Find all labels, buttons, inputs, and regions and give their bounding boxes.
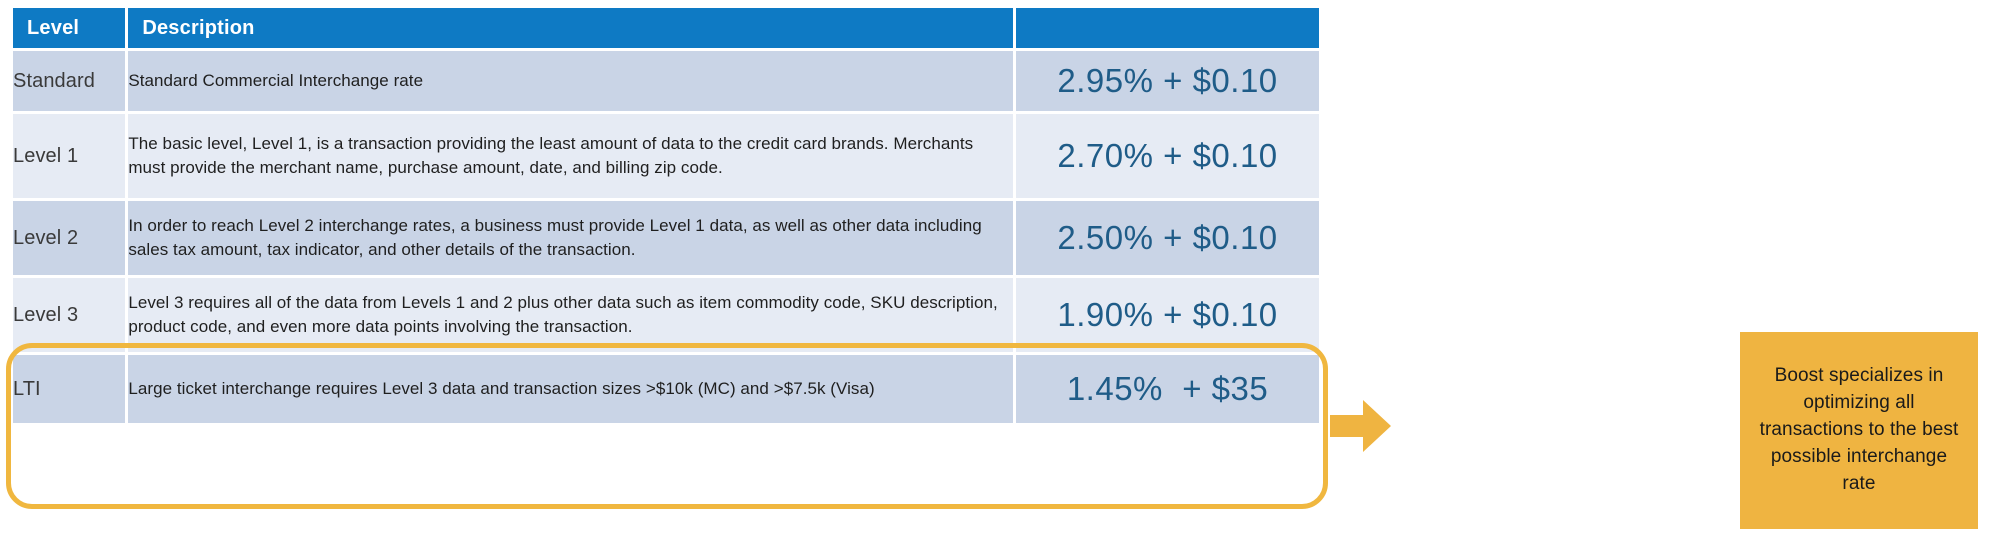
cell-description: Large ticket interchange requires Level … (128, 355, 1014, 423)
interchange-rate-table-container: Level Description Standard Standard Comm… (10, 5, 1322, 426)
cell-description: Standard Commercial Interchange rate (128, 51, 1014, 111)
cell-level: Level 3 (13, 278, 126, 352)
callout-text: Boost specializes in optimizing all tran… (1759, 365, 1959, 494)
cell-rate: 2.95% + $0.10 (1016, 51, 1319, 111)
cell-level: Level 1 (13, 114, 126, 198)
slide-canvas: Level Description Standard Standard Comm… (0, 0, 2000, 552)
table-row: LTI Large ticket interchange requires Le… (13, 355, 1319, 423)
column-header-rate (1016, 8, 1319, 48)
interchange-rate-table: Level Description Standard Standard Comm… (10, 5, 1322, 426)
cell-rate: 1.45% + $35 (1016, 355, 1319, 423)
cell-description: The basic level, Level 1, is a transacti… (128, 114, 1014, 198)
cell-rate: 2.50% + $0.10 (1016, 201, 1319, 275)
table-header-row: Level Description (13, 8, 1319, 48)
arrow-right-icon (1330, 398, 1392, 454)
callout-box: Boost specializes in optimizing all tran… (1740, 332, 1978, 529)
cell-description: Level 3 requires all of the data from Le… (128, 278, 1014, 352)
table-row: Level 3 Level 3 requires all of the data… (13, 278, 1319, 352)
cell-description: In order to reach Level 2 interchange ra… (128, 201, 1014, 275)
table-row: Level 1 The basic level, Level 1, is a t… (13, 114, 1319, 198)
cell-level: Standard (13, 51, 126, 111)
column-header-description-label: Description (142, 16, 255, 39)
table-header: Level Description (13, 8, 1319, 48)
cell-level: LTI (13, 355, 126, 423)
table-row: Level 2 In order to reach Level 2 interc… (13, 201, 1319, 275)
table-body: Standard Standard Commercial Interchange… (13, 51, 1319, 423)
column-header-description: Description (128, 8, 1014, 48)
cell-level: Level 2 (13, 201, 126, 275)
column-header-level-label: Level (27, 16, 80, 39)
cell-rate: 2.70% + $0.10 (1016, 114, 1319, 198)
cell-rate: 1.90% + $0.10 (1016, 278, 1319, 352)
table-row: Standard Standard Commercial Interchange… (13, 51, 1319, 111)
column-header-level: Level (13, 8, 126, 48)
